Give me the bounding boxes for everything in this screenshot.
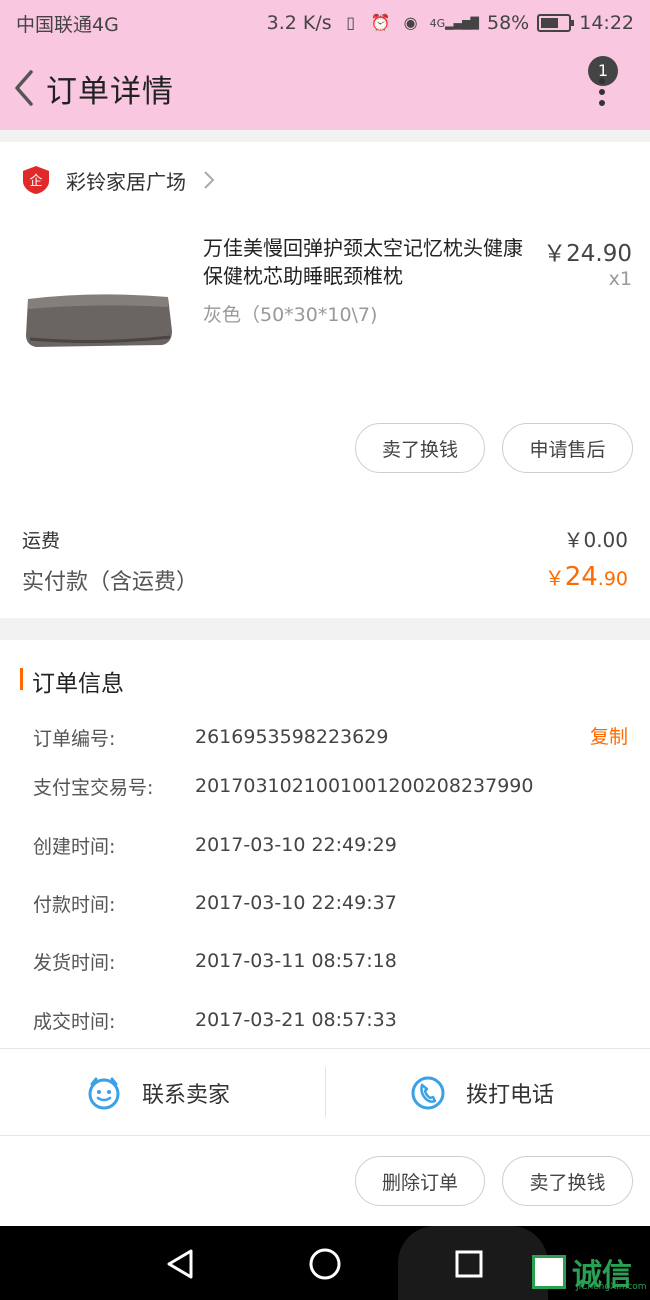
product-title[interactable]: 万佳美慢回弹护颈太空记忆枕头健康保健枕芯助睡眠颈椎枕 <box>203 234 533 290</box>
shipping-value: ￥0.00 <box>563 528 628 552</box>
battery-percent: 58% <box>487 12 530 34</box>
nav-home-icon[interactable] <box>305 1244 345 1284</box>
info-row-alipay-number: 支付宝交易号: 2017031021001001200208237990 <box>33 775 534 799</box>
info-row-deal-time: 成交时间: 2017-03-21 08:57:33 <box>33 1009 397 1033</box>
order-info-section: 订单信息 复制 订单编号: 2616953598223629 支付宝交易号: 2… <box>0 640 650 1048</box>
product-quantity: x1 <box>608 268 632 290</box>
info-row-created-time: 创建时间: 2017-03-10 22:49:29 <box>33 834 397 858</box>
more-menu-button[interactable]: 1 <box>582 56 622 116</box>
divider <box>325 1067 326 1117</box>
copy-order-number-button[interactable]: 复制 <box>590 722 628 749</box>
back-arrow-icon[interactable] <box>4 68 44 108</box>
chat-smile-icon <box>88 1077 120 1110</box>
info-row-paid-time: 付款时间: 2017-03-10 22:49:37 <box>33 892 397 916</box>
network-speed: 3.2 K/s <box>266 12 332 34</box>
status-icons: 3.2 K/s ▯ ⏰ ◉ 4G▂▄▆█ 58% 14:22 <box>267 12 634 34</box>
alarm-icon: ⏰ <box>370 13 391 32</box>
enterprise-shop-icon: 企 <box>23 166 49 194</box>
more-vertical-icon <box>595 78 609 114</box>
section-title: 订单信息 <box>32 671 124 697</box>
svg-text:企: 企 <box>29 173 42 189</box>
call-phone-label: 拨打电话 <box>466 1083 555 1108</box>
chevron-right-icon <box>204 171 215 189</box>
paid-amount: ￥24.90 <box>544 562 628 592</box>
watermark-logo: 诚信 JiChengXin.com <box>532 1250 647 1294</box>
signal-icon: 4G▂▄▆█ <box>429 16 479 30</box>
product-image[interactable] <box>22 247 178 357</box>
info-row-shipped-time: 发货时间: 2017-03-11 08:57:18 <box>33 950 397 974</box>
product-variant: 灰色（50*30*10\7) <box>203 304 378 326</box>
clock: 14:22 <box>579 12 634 34</box>
eye-icon: ◉ <box>403 13 418 32</box>
contact-seller-label: 联系卖家 <box>142 1083 231 1108</box>
battery-icon <box>537 14 575 32</box>
bottom-action-bar: 删除订单 卖了换钱 <box>0 1136 650 1226</box>
info-row-order-number: 订单编号: 2616953598223629 <box>33 726 389 750</box>
vibrate-icon: ▯ <box>346 13 356 32</box>
product-price: ￥24.90 <box>543 241 632 267</box>
delete-order-button[interactable]: 删除订单 <box>355 1156 485 1206</box>
shop-link[interactable]: 企 彩铃家居广场 <box>22 162 216 198</box>
page-title: 订单详情 <box>46 73 174 110</box>
contact-bar: 联系卖家 拨打电话 <box>0 1048 650 1136</box>
sell-for-cash-button[interactable]: 卖了换钱 <box>355 423 485 473</box>
shop-name: 彩铃家居广场 <box>66 169 186 194</box>
order-item-card: 企 彩铃家居广场 万佳美慢回弹护颈太空记忆枕头健康保健枕芯助睡眠颈椎枕 灰色（5… <box>0 142 650 618</box>
contact-seller-button[interactable]: 联系卖家 <box>86 1049 230 1137</box>
sell-for-cash-button-bottom[interactable]: 卖了换钱 <box>502 1156 633 1206</box>
paid-label: 实付款（含运费） <box>22 570 199 595</box>
after-sale-button[interactable]: 申请售后 <box>502 423 633 473</box>
nav-recent-apps-icon[interactable] <box>449 1244 489 1284</box>
shipping-label: 运费 <box>22 530 61 552</box>
status-bar: 中国联通4G 3.2 K/s ▯ ⏰ ◉ 4G▂▄▆█ 58% 14:22 <box>0 0 650 46</box>
section-accent-bar <box>20 668 23 690</box>
carrier-label: 中国联通4G <box>16 13 119 36</box>
phone-icon <box>411 1076 445 1110</box>
app-header: 订单详情 1 <box>0 46 650 130</box>
watermark-box-icon <box>532 1255 566 1289</box>
nav-back-icon[interactable] <box>160 1244 200 1284</box>
call-phone-button[interactable]: 拨打电话 <box>410 1049 554 1137</box>
